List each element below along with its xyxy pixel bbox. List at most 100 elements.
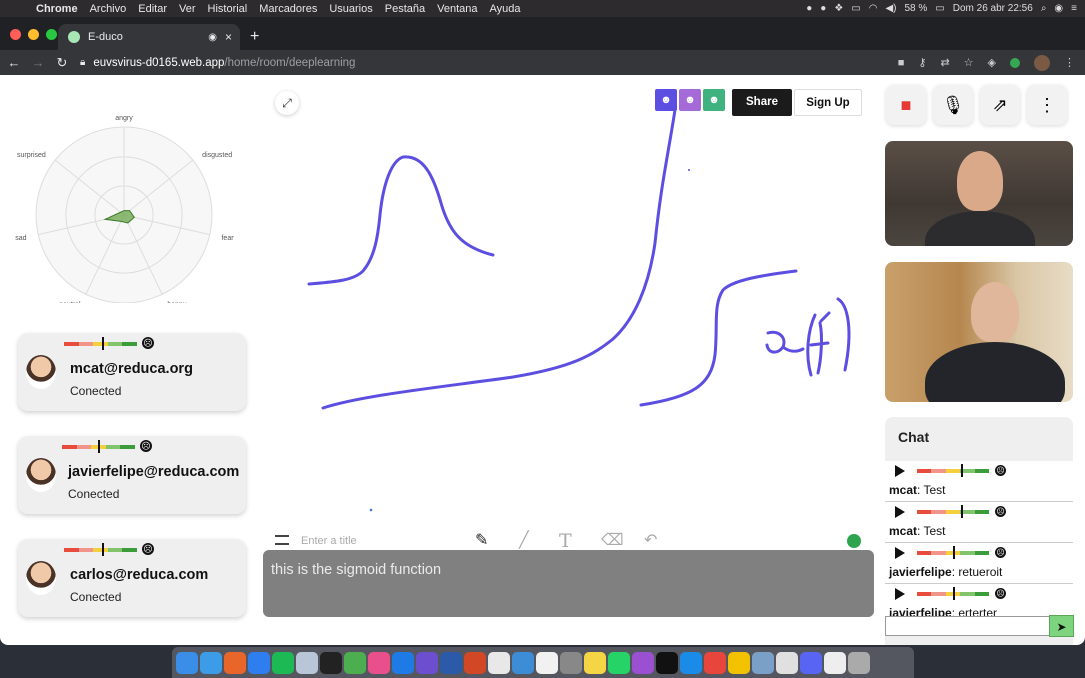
spotify-icon[interactable] (272, 651, 294, 674)
siri-icon[interactable]: ◉ (1054, 3, 1063, 14)
battery-icon[interactable]: ▭ (935, 3, 944, 14)
user-card[interactable]: ☹ mcat@reduca.org Conected (18, 333, 246, 411)
line-tool-icon[interactable]: ╱ (519, 530, 529, 550)
chat-message: ☹ javierfelipe: retueroit (885, 543, 1073, 584)
finder-icon[interactable] (176, 651, 198, 674)
word-icon[interactable] (440, 651, 462, 674)
collaborator-avatar-icon[interactable]: ☻ (655, 89, 677, 111)
menu-ventana[interactable]: Ventana (431, 3, 483, 15)
more-options-icon[interactable]: ⋮ (1027, 85, 1067, 125)
collaborator-avatar-icon[interactable]: ☻ (703, 89, 725, 111)
back-icon[interactable]: ← (4, 55, 24, 70)
media-app-icon[interactable] (416, 651, 438, 674)
fullscreen-icon[interactable]: ⤢ (275, 91, 299, 115)
eraser-icon[interactable]: ⌫ (601, 530, 624, 550)
user-card[interactable]: ☹ carlos@reduca.com Conected (18, 539, 246, 617)
status-dot-icon[interactable]: ● (806, 3, 812, 14)
preview-icon[interactable] (296, 651, 318, 674)
profile-avatar[interactable] (1034, 54, 1050, 71)
airplay-icon[interactable]: ▭ (851, 3, 860, 14)
extension-green-icon[interactable] (1010, 57, 1020, 68)
chrome-icon[interactable] (704, 651, 726, 674)
play-icon[interactable] (895, 547, 905, 559)
camera-toggle-icon[interactable]: ■ (886, 85, 926, 125)
text-tool-icon[interactable]: T (559, 530, 572, 552)
podcasts-icon[interactable] (632, 651, 654, 674)
chat-message-text: mcat: Test (889, 483, 946, 497)
photos-icon[interactable] (752, 651, 774, 674)
clock-label[interactable]: Dom 26 abr 22:56 (953, 3, 1033, 14)
slack-icon[interactable] (776, 651, 798, 674)
maximize-window-icon[interactable] (46, 29, 57, 40)
whiteboard-canvas[interactable] (263, 75, 873, 523)
open-external-icon[interactable]: ⇗ (980, 85, 1020, 125)
extension-icon[interactable]: ◈ (988, 56, 996, 69)
star-icon[interactable]: ☆ (964, 56, 974, 69)
menu-editar[interactable]: Editar (132, 3, 173, 15)
intellij-icon[interactable] (368, 651, 390, 674)
firefox-icon[interactable] (224, 651, 246, 674)
play-icon[interactable] (895, 465, 905, 477)
translate-icon[interactable]: ⇄ (940, 56, 949, 69)
document-icon[interactable] (488, 651, 510, 674)
collaborator-avatar-icon[interactable]: ☻ (679, 89, 701, 111)
battery-label[interactable]: 58 % (905, 3, 928, 14)
discord-icon[interactable] (800, 651, 822, 674)
browser-menu-icon[interactable]: ⋮ (1064, 56, 1075, 69)
numbers-icon[interactable] (536, 651, 558, 674)
undo-icon[interactable]: ↶ (644, 530, 657, 550)
notification-center-icon[interactable]: ≡ (1071, 3, 1077, 14)
safari-icon[interactable] (200, 651, 222, 674)
menu-historial[interactable]: Historial (202, 3, 254, 15)
wifi-icon[interactable]: ◠ (869, 3, 878, 14)
miro-icon[interactable] (728, 651, 750, 674)
send-icon[interactable]: ➤ (1049, 615, 1074, 637)
user-card[interactable]: ☹ javierfelipe@reduca.com Conected (18, 436, 246, 514)
apple-tv-icon[interactable] (656, 651, 678, 674)
title-input[interactable] (301, 533, 451, 549)
play-icon[interactable] (895, 588, 905, 600)
tab-educo[interactable]: E-duco ◉ × (58, 24, 240, 50)
pencil-icon[interactable]: ✎ (475, 530, 488, 550)
app-store-icon[interactable] (248, 651, 270, 674)
forward-icon[interactable]: → (28, 55, 48, 70)
menu-usuarios[interactable]: Usuarios (323, 3, 378, 15)
share-button[interactable]: Share (732, 89, 792, 116)
trash-icon[interactable] (848, 651, 870, 674)
color-picker-icon[interactable] (847, 534, 861, 548)
menu-ver[interactable]: Ver (173, 3, 202, 15)
close-tab-icon[interactable]: × (225, 30, 232, 44)
powerpoint-icon[interactable] (464, 651, 486, 674)
minimize-window-icon[interactable] (28, 29, 39, 40)
system-preferences-icon[interactable] (560, 651, 582, 674)
signup-button[interactable]: Sign Up (794, 89, 862, 116)
menu-ayuda[interactable]: Ayuda (483, 3, 526, 15)
notes-icon[interactable] (584, 651, 606, 674)
menu-marcadores[interactable]: Marcadores (253, 3, 323, 15)
whatsapp-icon[interactable] (608, 651, 630, 674)
address-bar[interactable]: 🔒︎ euvsvirus-d0165.web.app /home/room/de… (80, 50, 355, 75)
reload-icon[interactable]: ↻ (52, 55, 72, 71)
dropbox-icon[interactable]: ❖ (834, 3, 843, 14)
android-studio-icon[interactable] (344, 651, 366, 674)
key-icon[interactable]: ⚷ (918, 56, 926, 69)
downloads-icon[interactable] (824, 651, 846, 674)
camera-indicator-icon[interactable]: ■ (898, 57, 905, 69)
microphone-icon[interactable]: 🎙︎ (933, 85, 973, 125)
terminal-icon[interactable] (320, 651, 342, 674)
radar-label-angry: angry (115, 115, 133, 122)
play-icon[interactable] (895, 506, 905, 518)
menu-archivo[interactable]: Archivo (84, 3, 133, 15)
skype-icon[interactable] (680, 651, 702, 674)
status-dot-icon-2[interactable]: ● (820, 3, 826, 14)
keynote-icon[interactable] (512, 651, 534, 674)
menu-pestana[interactable]: Pestaña (379, 3, 431, 15)
menu-app[interactable]: Chrome (30, 3, 84, 15)
hamburger-menu-icon[interactable] (275, 535, 289, 545)
close-window-icon[interactable] (10, 29, 21, 40)
volume-icon[interactable]: ◀) (885, 3, 896, 14)
trello-icon[interactable] (392, 651, 414, 674)
spotlight-icon[interactable]: ⌕ (1041, 3, 1047, 14)
new-tab-icon[interactable]: + (250, 28, 259, 46)
chat-input[interactable] (885, 616, 1050, 636)
